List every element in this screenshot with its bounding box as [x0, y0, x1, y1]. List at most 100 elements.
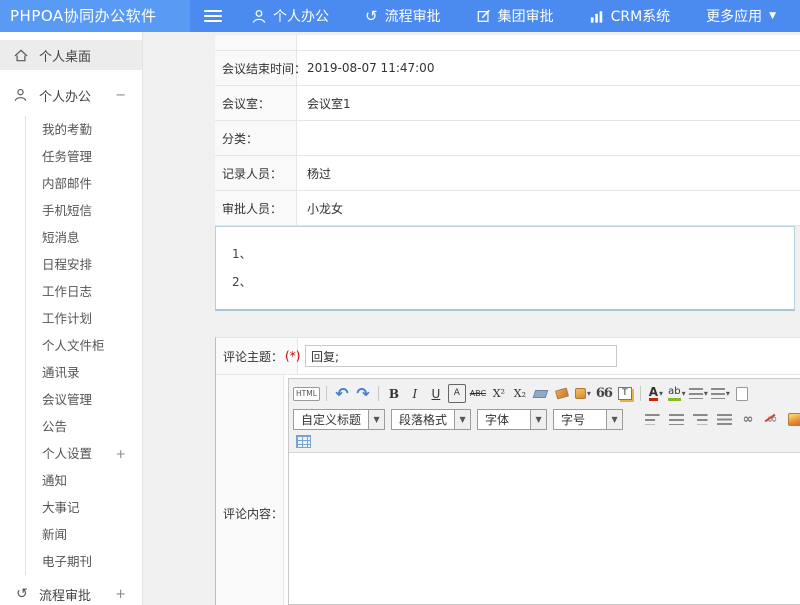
align-center-button[interactable]: [667, 410, 685, 429]
comment-content-editor-area[interactable]: [289, 453, 800, 604]
template-button[interactable]: T: [616, 384, 634, 403]
nav-item-more-apps[interactable]: 更多应用 ▼: [706, 6, 776, 26]
italic-button[interactable]: I: [406, 384, 424, 403]
top-nav: 个人办公 ↺ 流程审批 集团审批 CRM系统 更多应用 ▼: [252, 6, 776, 26]
sidebar-item-work-plan[interactable]: 工作计划: [26, 305, 142, 332]
hamburger-menu-icon[interactable]: [204, 7, 222, 25]
insert-link-button[interactable]: ∞: [739, 410, 757, 429]
comment-content-label: 评论内容：: [216, 375, 284, 605]
row-label: 会议室：: [215, 86, 297, 120]
remove-format-button[interactable]: [532, 384, 550, 403]
nav-label: 更多应用: [706, 6, 762, 26]
redo-button[interactable]: ↷: [354, 384, 372, 403]
remove-link-button[interactable]: ∞: [763, 410, 781, 429]
expand-icon[interactable]: +: [116, 440, 126, 467]
rich-text-editor: HTML ↶ ↷ B I U A ABC X² X₂ ▾: [288, 378, 800, 605]
sidebar-item-personal-settings[interactable]: 个人设置 +: [26, 440, 142, 467]
new-page-button[interactable]: [733, 384, 751, 403]
font-color-icon: A: [649, 386, 658, 401]
font-color-button[interactable]: A▾: [647, 384, 665, 403]
insert-table-button[interactable]: [293, 432, 311, 451]
subscript-button[interactable]: X₂: [511, 384, 529, 403]
insert-image-button[interactable]: [787, 410, 800, 429]
superscript-button[interactable]: X²: [490, 384, 508, 403]
editor-toolbar: HTML ↶ ↷ B I U A ABC X² X₂ ▾: [289, 379, 800, 453]
app-logo: PHPOA协同办公软件: [0, 0, 190, 32]
sidebar-item-personal-desktop[interactable]: 个人桌面: [0, 40, 142, 70]
comment-content-cell: HTML ↶ ↷ B I U A ABC X² X₂ ▾: [284, 375, 800, 605]
sidebar-item-my-attendance[interactable]: 我的考勤: [26, 116, 142, 143]
comment-subject-input[interactable]: [305, 345, 617, 367]
comment-subject-cell: [298, 338, 800, 374]
expand-icon[interactable]: +: [115, 587, 126, 602]
history-icon: ↺: [14, 587, 30, 601]
paragraph-format-select[interactable]: 段落格式 ▼: [391, 409, 471, 430]
sidebar-item-personal-files[interactable]: 个人文件柜: [26, 332, 142, 359]
sidebar-item-contacts[interactable]: 通讯录: [26, 359, 142, 386]
align-justify-button[interactable]: [715, 410, 733, 429]
caret-down-icon: ▾: [726, 389, 730, 398]
align-left-button[interactable]: [643, 410, 661, 429]
select-value: 字号: [554, 410, 606, 429]
sidebar-item-news[interactable]: 新闻: [26, 521, 142, 548]
html-source-button[interactable]: HTML: [293, 387, 320, 401]
sidebar-item-workflow-approval[interactable]: ↺ 流程审批 +: [0, 579, 142, 605]
collapse-icon[interactable]: −: [115, 88, 126, 103]
eraser-icon: [533, 390, 549, 398]
comment-content-row: 评论内容： HTML ↶ ↷ B I U A ABC X²: [216, 375, 800, 605]
nav-item-personal-office[interactable]: 个人办公: [252, 6, 329, 26]
bold-button[interactable]: B: [385, 384, 403, 403]
history-icon: ↺: [365, 9, 378, 24]
meeting-detail-table: 会议结束时间： 2019-08-07 11:47:00 会议室： 会议室1 分类…: [215, 35, 800, 226]
person-icon: [252, 9, 266, 24]
content-line: 1、: [232, 240, 794, 268]
undo-button[interactable]: ↶: [333, 384, 351, 403]
ordered-list-button[interactable]: ▾: [689, 384, 708, 403]
sidebar-item-task-management[interactable]: 任务管理: [26, 143, 142, 170]
sidebar-item-short-message[interactable]: 短消息: [26, 224, 142, 251]
nav-item-workflow-approval[interactable]: ↺ 流程审批: [365, 6, 441, 26]
paint-dropdown-button[interactable]: ▾: [574, 384, 592, 403]
table-row-meeting-end-time: 会议结束时间： 2019-08-07 11:47:00: [215, 51, 800, 86]
font-size-select[interactable]: 字号 ▼: [553, 409, 623, 430]
sidebar-item-notice[interactable]: 通知: [26, 467, 142, 494]
sidebar-item-sms[interactable]: 手机短信: [26, 197, 142, 224]
sidebar-item-internal-mail[interactable]: 内部邮件: [26, 170, 142, 197]
nav-item-group-approval[interactable]: 集团审批: [477, 6, 554, 26]
caret-down-icon: ▼: [606, 410, 622, 429]
caret-down-icon: ▾: [704, 389, 708, 398]
blockquote-button[interactable]: 66: [595, 384, 613, 403]
sidebar-item-meeting-management[interactable]: 会议管理: [26, 386, 142, 413]
format-brush-button[interactable]: [553, 384, 571, 403]
text-box-icon: T: [618, 387, 632, 400]
image-icon: [788, 413, 800, 426]
highlight-color-button[interactable]: ab▾: [668, 384, 686, 403]
label-text: 评论主题：: [223, 348, 283, 365]
sidebar-item-work-log[interactable]: 工作日志: [26, 278, 142, 305]
caret-down-icon: ▾: [682, 389, 686, 398]
strikethrough-button[interactable]: ABC: [469, 384, 487, 403]
sidebar-item-schedule[interactable]: 日程安排: [26, 251, 142, 278]
align-right-button[interactable]: [691, 410, 709, 429]
sidebar-item-major-events[interactable]: 大事记: [26, 494, 142, 521]
row-value: 2019-08-07 11:47:00: [297, 51, 800, 85]
highlight-icon: ab: [668, 386, 680, 401]
sidebar-item-label: 流程审批: [39, 585, 91, 604]
unordered-list-button[interactable]: ▾: [711, 384, 730, 403]
nav-label: 集团审批: [498, 6, 554, 26]
table-row-approver: 审批人员： 小龙女: [215, 191, 800, 226]
top-navigation-bar: PHPOA协同办公软件 个人办公 ↺ 流程审批 集团审批 CRM系统 更多应用: [0, 0, 800, 32]
sidebar-item-announcement[interactable]: 公告: [26, 413, 142, 440]
font-name-button[interactable]: A: [448, 384, 466, 403]
row-label-cell: [215, 35, 297, 50]
sidebar-item-personal-office[interactable]: 个人办公 −: [0, 80, 142, 110]
nav-label: 个人办公: [273, 6, 329, 26]
caret-down-icon: ▼: [368, 410, 384, 429]
row-value: 小龙女: [297, 191, 800, 225]
page-icon: [736, 387, 748, 401]
font-family-select[interactable]: 字体 ▼: [477, 409, 547, 430]
custom-heading-select[interactable]: 自定义标题 ▼: [293, 409, 385, 430]
sidebar-item-e-journal[interactable]: 电子期刊: [26, 548, 142, 575]
nav-item-crm-system[interactable]: CRM系统: [590, 6, 671, 26]
underline-button[interactable]: U: [427, 384, 445, 403]
